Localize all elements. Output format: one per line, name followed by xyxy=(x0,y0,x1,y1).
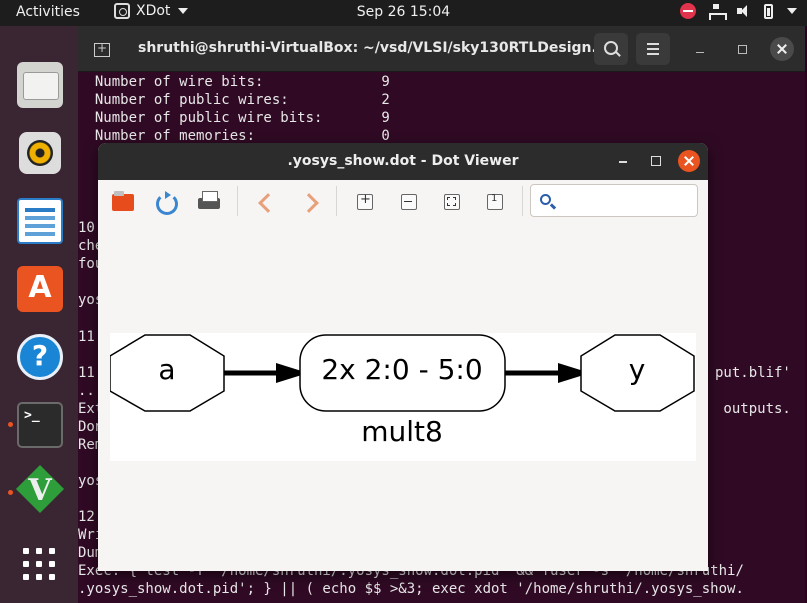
app-center-icon[interactable] xyxy=(17,266,63,312)
terminal-line: .yosys_show.dot.pid'; } || ( echo $$ >&3… xyxy=(78,581,744,597)
graph-svg: a 2x 2:0 - 5:0 mult8 y xyxy=(110,333,696,461)
cell-name-label: mult8 xyxy=(361,415,443,448)
do-not-disturb-icon[interactable] xyxy=(680,3,696,19)
volume-icon[interactable] xyxy=(736,3,752,19)
network-icon[interactable] xyxy=(708,3,727,20)
minimize-icon[interactable] xyxy=(688,37,712,61)
close-icon[interactable] xyxy=(678,150,700,172)
running-indicator xyxy=(8,490,13,495)
toolbar-separator xyxy=(522,186,523,216)
graph-canvas[interactable]: a 2x 2:0 - 5:0 mult8 y xyxy=(98,224,708,571)
terminal-line: Number of wire bits: 9 xyxy=(78,74,390,90)
search-input[interactable] xyxy=(559,190,693,212)
dot-viewer-header-bar[interactable]: .yosys_show.dot - Dot Viewer xyxy=(98,143,708,180)
terminal-line-fragment: put.blif' xyxy=(715,365,791,381)
minimize-icon[interactable] xyxy=(614,151,634,171)
dock xyxy=(0,26,78,603)
show-applications-icon[interactable] xyxy=(17,542,63,588)
files-app-icon[interactable] xyxy=(17,62,63,108)
top-bar: Activities XDot Sep 26 15:04 xyxy=(0,0,807,26)
terminal-line-fragment: outputs. xyxy=(715,401,791,417)
terminal-line: 11 xyxy=(78,329,95,345)
vim-app-icon[interactable] xyxy=(17,470,63,516)
terminal-line: 12 xyxy=(78,509,95,525)
input-node-label: a xyxy=(158,353,175,386)
help-app-icon[interactable] xyxy=(17,334,63,380)
open-file-icon[interactable] xyxy=(109,188,137,216)
close-icon[interactable] xyxy=(770,37,794,61)
toolbar-separator xyxy=(237,186,238,216)
terminal-line: 11 xyxy=(78,365,95,381)
maximize-icon[interactable] xyxy=(730,37,754,61)
terminal-line: 10 xyxy=(78,220,95,236)
toolbar-separator xyxy=(336,186,337,216)
rhythmbox-app-icon[interactable] xyxy=(17,130,63,176)
terminal-line: Number of public wires: 2 xyxy=(78,92,390,108)
reload-icon[interactable] xyxy=(151,188,179,216)
cell-node-label: 2x 2:0 - 5:0 xyxy=(321,353,482,386)
new-tab-icon[interactable] xyxy=(90,38,114,62)
maximize-icon[interactable] xyxy=(646,151,666,171)
forward-arrow-icon[interactable] xyxy=(296,188,324,216)
zoom-in-icon[interactable] xyxy=(351,188,379,216)
dot-viewer-toolbar xyxy=(98,180,708,224)
search-icon xyxy=(540,194,551,205)
dot-viewer-window[interactable]: .yosys_show.dot - Dot Viewer a xyxy=(98,143,708,571)
terminal-line: Number of public wire bits: 9 xyxy=(78,110,390,126)
back-arrow-icon[interactable] xyxy=(251,188,279,216)
zoom-100-icon[interactable] xyxy=(481,188,509,216)
terminal-header-bar[interactable]: shruthi@shruthi-VirtualBox: ~/vsd/VLSI/s… xyxy=(78,26,805,72)
zoom-out-icon[interactable] xyxy=(395,188,423,216)
chevron-down-icon[interactable] xyxy=(787,8,797,14)
running-indicator xyxy=(8,422,13,427)
output-node-label: y xyxy=(629,353,646,386)
print-icon[interactable] xyxy=(195,188,223,216)
hamburger-menu-icon[interactable] xyxy=(636,33,670,65)
search-icon[interactable] xyxy=(594,33,628,65)
search-box[interactable] xyxy=(530,184,698,217)
terminal-line: .. xyxy=(78,383,95,399)
system-tray[interactable] xyxy=(680,3,797,20)
zoom-fit-icon[interactable] xyxy=(438,188,466,216)
battery-icon[interactable] xyxy=(764,3,773,19)
terminal-title: shruthi@shruthi-VirtualBox: ~/vsd/VLSI/s… xyxy=(138,40,608,56)
libreoffice-writer-app-icon[interactable] xyxy=(17,198,63,244)
terminal-app-icon[interactable] xyxy=(17,402,63,448)
